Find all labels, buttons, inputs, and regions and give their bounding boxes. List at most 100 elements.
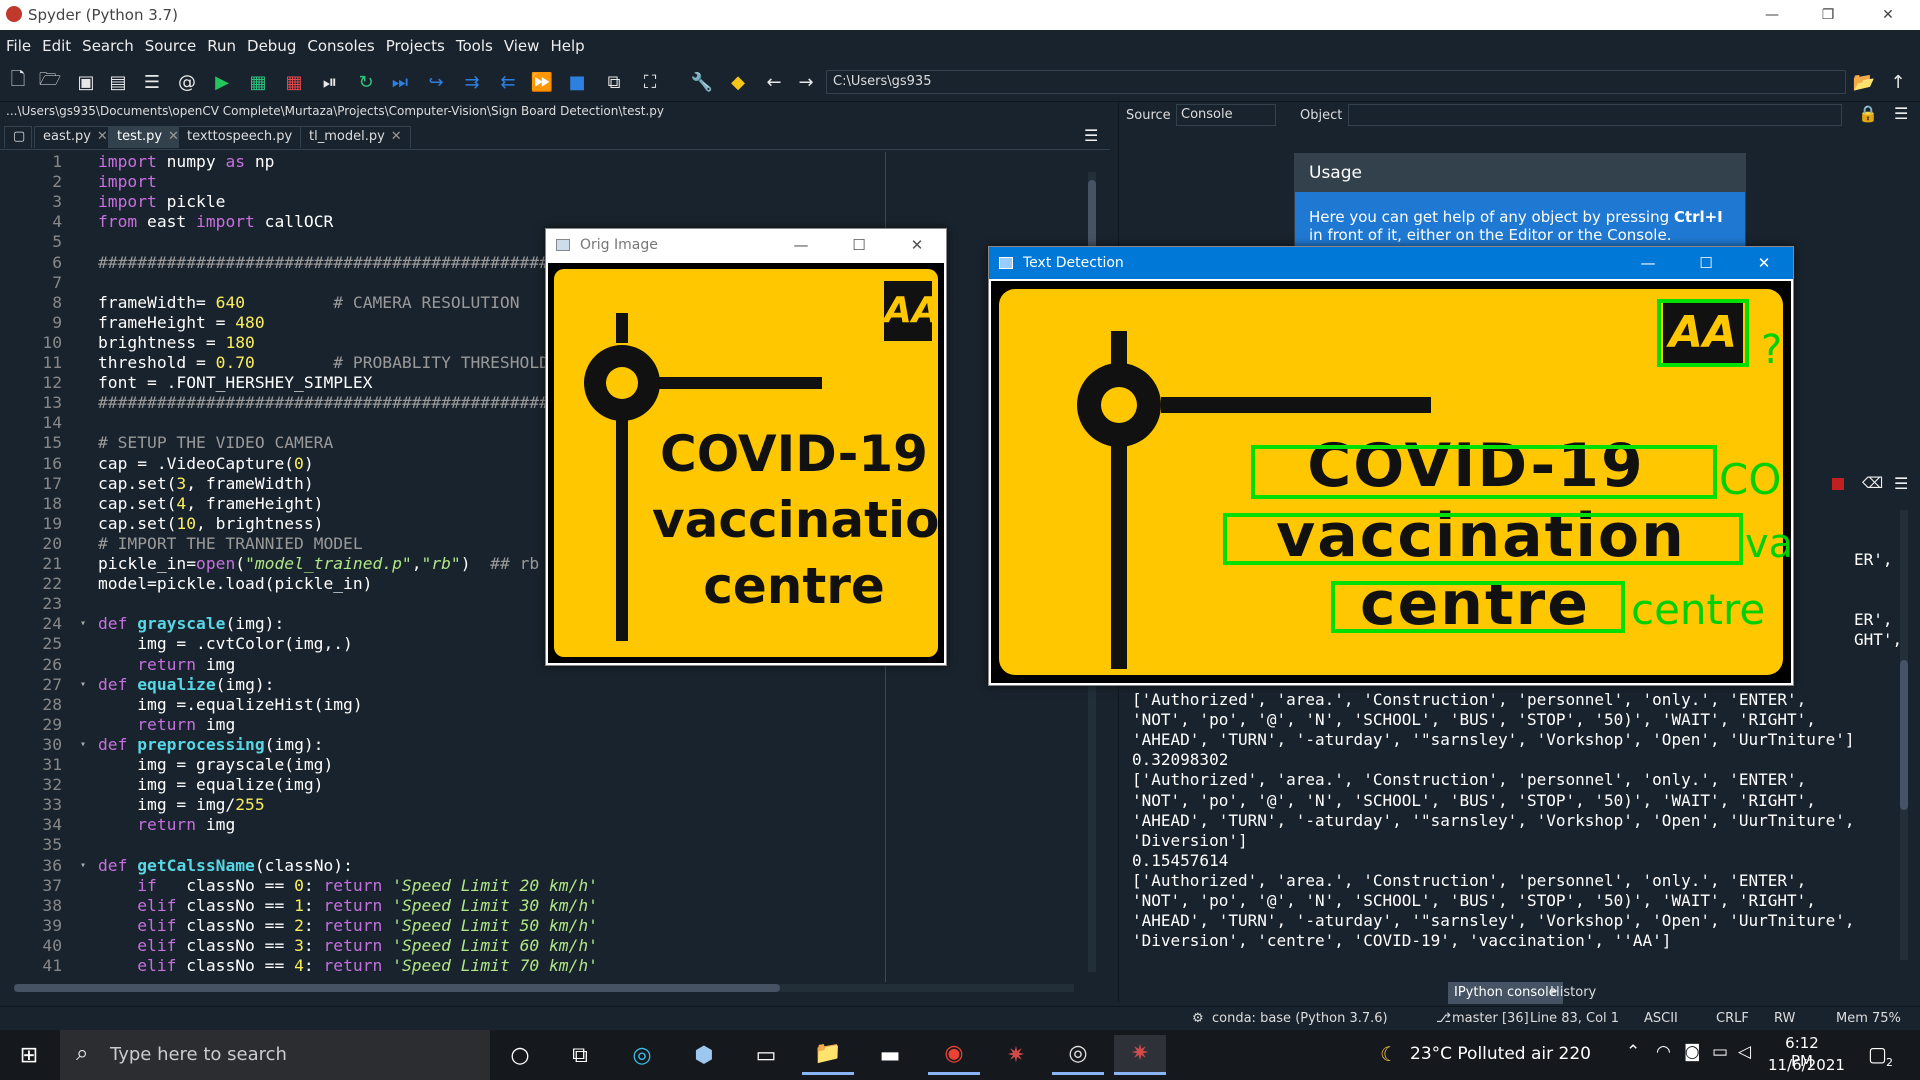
code-line[interactable]: cap.set(4, frameHeight) xyxy=(98,494,323,514)
menu-tools[interactable]: Tools xyxy=(456,37,493,55)
code-line[interactable]: cap.set(10, brightness) xyxy=(98,514,323,534)
run-cell-icon[interactable]: ▦ xyxy=(246,70,270,94)
object-input[interactable] xyxy=(1348,104,1842,126)
start-windows-icon[interactable]: ⊞ xyxy=(0,1030,58,1080)
close-button[interactable]: ✕ xyxy=(894,229,940,261)
tab-close-icon[interactable]: ✕ xyxy=(391,129,402,144)
fullscreen-icon[interactable]: ⛶ xyxy=(638,70,662,94)
maximize-button[interactable]: ❐ xyxy=(1800,0,1856,30)
chrome-icon[interactable]: ◉ xyxy=(928,1035,980,1075)
fold-toggle-icon[interactable]: ▾ xyxy=(80,739,90,750)
media-player-icon[interactable]: ◎ xyxy=(1052,1035,1104,1075)
file-explorer-icon[interactable]: 📁 xyxy=(802,1035,854,1075)
open-file-icon[interactable]: 🗁 xyxy=(38,69,62,94)
rerun-icon[interactable]: ↻ xyxy=(354,70,378,94)
menu-file[interactable]: File xyxy=(6,37,31,55)
camera-icon[interactable]: ◙ xyxy=(1684,1042,1701,1062)
scroll-thumb[interactable] xyxy=(1900,660,1908,810)
list-icon[interactable]: ☰ xyxy=(140,70,164,94)
working-directory-input[interactable]: C:\Users\gs935 xyxy=(826,70,1846,94)
code-line[interactable]: from east import callOCR xyxy=(98,212,333,232)
clock-date[interactable]: 11/6/2021 xyxy=(1768,1056,1845,1074)
weather-moon-icon[interactable]: ☾ xyxy=(1380,1042,1398,1066)
python-path-icon[interactable]: ◆ xyxy=(726,70,750,94)
close-button[interactable]: ✕ xyxy=(1860,0,1916,30)
maximize-button[interactable]: ☐ xyxy=(836,229,882,261)
menu-debug[interactable]: Debug xyxy=(247,37,296,55)
spyder-web-icon[interactable]: ✷ xyxy=(990,1035,1042,1075)
continue-icon[interactable]: ⏩ xyxy=(530,70,554,94)
browse-tabs-icon[interactable]: ▢ xyxy=(4,126,32,148)
volume-icon[interactable]: ◁ xyxy=(1738,1042,1751,1062)
code-line[interactable]: import numpy as np xyxy=(98,152,274,172)
maximize-button[interactable]: ☐ xyxy=(1683,247,1729,279)
code-line[interactable]: frameWidth= 640 # CAMERA RESOLUTION xyxy=(98,293,520,313)
fold-toggle-icon[interactable]: ▾ xyxy=(80,860,90,871)
interrupt-kernel-icon[interactable] xyxy=(1832,478,1844,490)
code-line[interactable]: return img xyxy=(98,715,235,735)
tab-east-py[interactable]: east.py ✕ xyxy=(34,126,117,148)
code-line[interactable]: def equalize(img): xyxy=(98,675,274,695)
at-icon[interactable]: @ xyxy=(175,70,199,94)
cortana-circle-icon[interactable]: ○ xyxy=(494,1035,546,1075)
taskbar-search-input[interactable]: ⌕ Type here to search xyxy=(60,1030,490,1080)
menu-view[interactable]: View xyxy=(504,37,540,55)
edge-browser-icon[interactable]: ◎ xyxy=(616,1035,668,1075)
tab-history[interactable]: History xyxy=(1544,982,1602,1004)
help-options-menu-icon[interactable]: ☰ xyxy=(1894,104,1908,123)
tab-test-py[interactable]: test.py ✕ xyxy=(108,126,188,148)
code-line[interactable]: return img xyxy=(98,815,235,835)
code-line[interactable]: img = img/255 xyxy=(98,795,264,815)
menu-source[interactable]: Source xyxy=(145,37,197,55)
code-line[interactable]: # SETUP THE VIDEO CAMERA xyxy=(98,433,333,453)
code-line[interactable]: threshold = 0.70 # PROBABLITY THRESHOLD xyxy=(98,353,549,373)
terminal-icon[interactable]: ▭ xyxy=(740,1035,792,1075)
menu-projects[interactable]: Projects xyxy=(386,37,445,55)
run-icon[interactable]: ▶ xyxy=(210,70,234,94)
editor-options-menu-icon[interactable]: ☰ xyxy=(1084,126,1098,145)
code-line[interactable]: import xyxy=(98,172,167,192)
code-line[interactable]: import pickle xyxy=(98,192,225,212)
orig-image-titlebar[interactable]: Orig Image — ☐ ✕ xyxy=(546,229,946,261)
clear-console-icon[interactable]: ⌫ xyxy=(1862,474,1883,492)
orig-image-window[interactable]: Orig Image — ☐ ✕ AA COVID-19 vaccination… xyxy=(545,228,947,666)
code-line[interactable]: img = equalize(img) xyxy=(98,775,323,795)
console-vertical-scrollbar[interactable] xyxy=(1900,510,1908,960)
preferences-wrench-icon[interactable]: 🔧 xyxy=(690,70,714,94)
spyder-active-icon[interactable]: ✷ xyxy=(1114,1035,1166,1075)
stop-debug-icon[interactable]: ■ xyxy=(565,70,589,94)
code-line[interactable]: model=pickle.load(pickle_in) xyxy=(98,574,372,594)
menu-help[interactable]: Help xyxy=(550,37,584,55)
step-icon[interactable]: ↪ xyxy=(424,70,448,94)
text-detection-window[interactable]: Text Detection — ☐ ✕ AA COVID-19 vaccina… xyxy=(988,246,1794,686)
source-dropdown[interactable]: Console xyxy=(1176,104,1276,126)
code-line[interactable]: return img xyxy=(98,655,235,675)
new-file-icon[interactable]: 🗋 xyxy=(6,69,30,94)
maximize-pane-icon[interactable]: ⧉ xyxy=(602,70,626,94)
menu-run[interactable]: Run xyxy=(207,37,236,55)
code-line[interactable]: cap.set(3, frameWidth) xyxy=(98,474,314,494)
3d-box-icon[interactable]: ⬢ xyxy=(678,1035,730,1075)
lock-icon[interactable]: 🔒 xyxy=(1858,104,1878,123)
weather-text[interactable]: 23°C Polluted air 220 xyxy=(1410,1044,1591,1064)
code-line[interactable]: img =.equalizeHist(img) xyxy=(98,695,362,715)
menu-consoles[interactable]: Consoles xyxy=(307,37,374,55)
back-arrow-icon[interactable]: ← xyxy=(762,70,786,94)
save-all-icon[interactable]: ▤ xyxy=(106,70,130,94)
debug-icon[interactable]: ⏭ xyxy=(388,70,412,94)
ipython-console-output[interactable]: ['Authorized', 'area.', 'Construction', … xyxy=(1132,690,1892,950)
code-line[interactable]: pickle_in=open("model_trained.p","rb") #… xyxy=(98,554,539,574)
code-line[interactable]: elif classNo == 1: return 'Speed Limit 3… xyxy=(98,896,598,916)
parent-dir-arrow-icon[interactable]: ↑ xyxy=(1886,70,1910,94)
battery-icon[interactable]: ▭ xyxy=(1712,1042,1728,1062)
scroll-thumb[interactable] xyxy=(14,984,780,992)
code-line[interactable]: elif classNo == 3: return 'Speed Limit 6… xyxy=(98,936,598,956)
step-return-icon[interactable]: ⇇ xyxy=(496,70,520,94)
minimize-button[interactable]: — xyxy=(1744,0,1800,30)
tab-texttospeech-py[interactable]: texttospeech.py✕ xyxy=(178,126,319,148)
save-icon[interactable]: ▣ xyxy=(74,70,98,94)
task-view-icon[interactable]: ⧉ xyxy=(554,1035,606,1075)
command-prompt-icon[interactable]: ▬ xyxy=(864,1035,916,1075)
code-line[interactable]: brightness = 180 xyxy=(98,333,255,353)
code-line[interactable]: img = grayscale(img) xyxy=(98,755,333,775)
